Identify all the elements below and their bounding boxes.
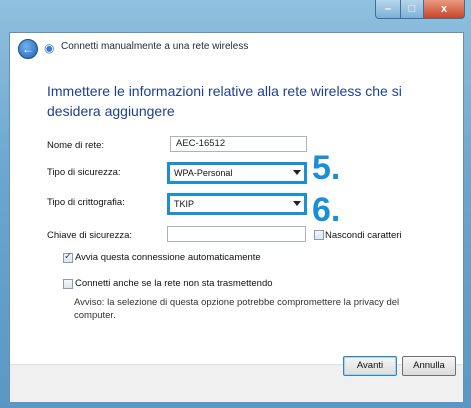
dropdown-arrow-icon [293,201,301,206]
security-type-select[interactable]: WPA-Personal [167,162,307,184]
security-key-label: Chiave di sicurezza: [47,230,133,241]
navigation-bar: ← ◉ Connetti manualmente a una rete wire… [10,33,463,63]
auto-start-checkbox[interactable] [63,251,73,263]
security-key-input[interactable] [167,226,306,242]
page-heading: Immettere le informazioni relative alla … [47,83,402,119]
title-bar: – □ x [0,0,471,34]
dialog-content: ← ◉ Connetti manualmente a una rete wire… [9,32,464,402]
minimize-button[interactable]: – [375,0,401,19]
dropdown-arrow-icon [293,170,301,175]
next-button[interactable]: Avanti [343,356,397,376]
window-frame: – □ x ← ◉ Connetti manualmente a una ret… [0,0,471,408]
wireless-network-icon: ◉ [44,41,55,55]
cancel-button[interactable]: Annulla [402,356,456,376]
encryption-type-label: Tipo di crittografia: [47,197,125,208]
encryption-type-select[interactable]: TKIP [167,193,307,215]
close-button[interactable]: x [424,0,465,19]
step-6-callout: 6. [312,191,341,229]
window-title: Connetti manualmente a una rete wireless [61,41,249,52]
hide-characters-checkbox[interactable] [314,230,324,240]
network-name-label: Nome di rete: [47,140,105,151]
auto-start-label: Avvia questa connessione automaticamente [75,252,261,263]
back-arrow-icon[interactable]: ← [18,39,38,59]
maximize-button[interactable]: □ [401,0,424,19]
step-5-callout: 5. [312,149,341,187]
connect-hidden-checkbox[interactable] [63,279,73,289]
connect-hidden-label: Connetti anche se la rete non sta trasme… [75,278,273,289]
encryption-type-value: TKIP [174,199,195,209]
hide-characters-label: Nascondi caratteri [325,230,402,241]
network-name-input[interactable]: AEC-16512 [170,136,307,152]
security-type-value: WPA-Personal [174,168,233,178]
window-controls: – □ x [375,0,465,19]
privacy-warning: Avviso: la selezione di questa opzione p… [74,297,400,321]
security-type-label: Tipo di sicurezza: [47,167,121,178]
